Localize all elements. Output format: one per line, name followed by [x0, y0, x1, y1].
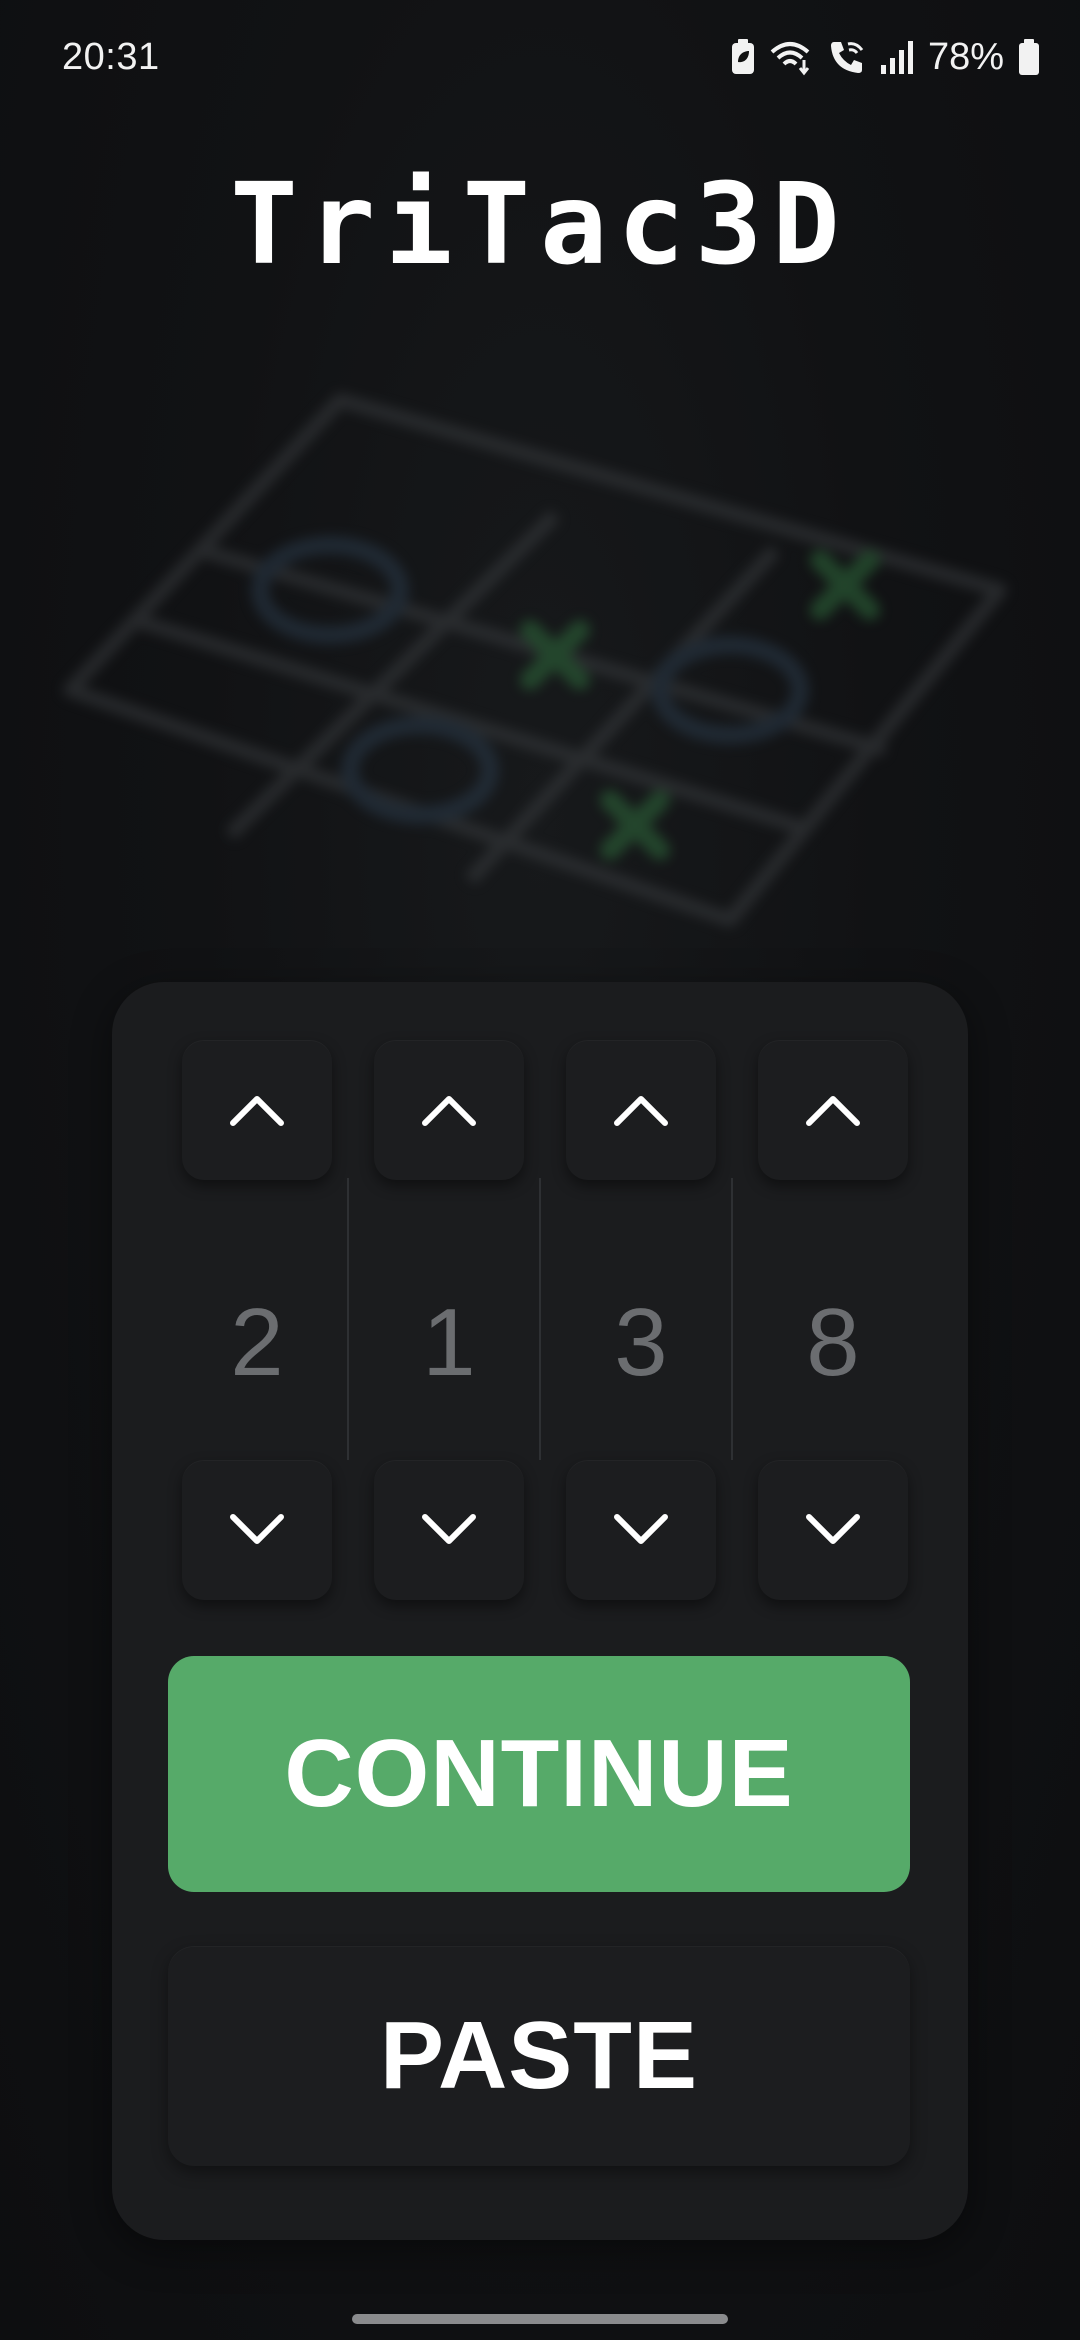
continue-button[interactable]: CONTINUE [168, 1656, 910, 1892]
column-divider [347, 1178, 349, 1460]
digit-1-value: 2 [230, 1289, 284, 1396]
column-divider [539, 1178, 541, 1460]
digit-column-3: 3 [566, 1040, 716, 1600]
chevron-down-icon [614, 1514, 668, 1544]
background-board-illustration [63, 393, 1007, 927]
digit-2-up-button[interactable] [374, 1040, 524, 1180]
battery-percent: 78% [927, 35, 1004, 78]
digit-2-value: 1 [422, 1289, 476, 1396]
chevron-up-icon [422, 1096, 476, 1126]
digit-3-up-button[interactable] [566, 1040, 716, 1180]
digit-2-down-button[interactable] [374, 1460, 524, 1600]
digit-4-up-button[interactable] [758, 1040, 908, 1180]
call-wifi-icon [830, 42, 864, 73]
chevron-down-icon [230, 1514, 284, 1544]
digit-column-2: 1 [374, 1040, 524, 1600]
digit-4-down-button[interactable] [758, 1460, 908, 1600]
digit-3-value: 3 [614, 1289, 668, 1396]
digit-3-down-button[interactable] [566, 1460, 716, 1600]
signal-icon [880, 41, 913, 74]
chevron-up-icon [230, 1096, 284, 1126]
paste-button[interactable]: PASTE [168, 1946, 910, 2166]
wifi-calling-icon [770, 42, 810, 76]
screen: 20:31 78% TriTac3D 2 1 3 8 CONTINUE PAST… [0, 0, 1080, 2340]
battery-saver-icon [731, 39, 754, 74]
app-title: TriTac3D [230, 160, 850, 290]
chevron-up-icon [806, 1096, 860, 1126]
status-icons: 78% [730, 34, 1040, 80]
digit-1-up-button[interactable] [182, 1040, 332, 1180]
digit-4-value: 8 [806, 1289, 860, 1396]
battery-icon [1019, 39, 1039, 75]
digit-column-4: 8 [758, 1040, 908, 1600]
chevron-up-icon [614, 1096, 668, 1126]
chevron-down-icon [422, 1514, 476, 1544]
column-divider [731, 1178, 733, 1460]
home-indicator[interactable] [352, 2314, 728, 2324]
code-entry-panel: 2 1 3 8 CONTINUE PASTE [112, 982, 968, 2240]
status-bar: 20:31 78% [0, 0, 1080, 110]
status-time: 20:31 [62, 36, 160, 78]
digit-1-down-button[interactable] [182, 1460, 332, 1600]
chevron-down-icon [806, 1514, 860, 1544]
digit-column-1: 2 [182, 1040, 332, 1600]
